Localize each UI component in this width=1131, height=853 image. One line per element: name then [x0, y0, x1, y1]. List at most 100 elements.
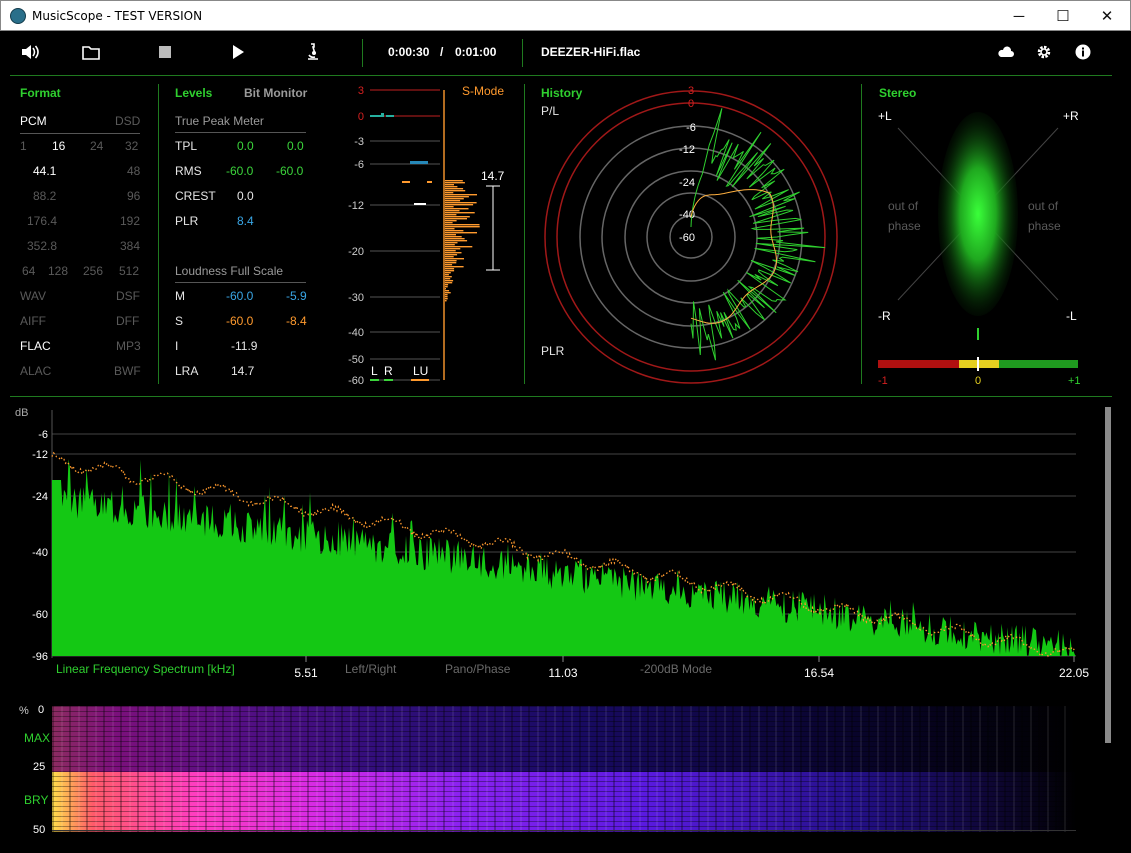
spectrum-fill: [52, 459, 1076, 656]
vertical-scrollbar-thumb[interactable]: [1105, 407, 1111, 743]
lu-hist-bar: [445, 182, 465, 184]
lu-hist-bar: [445, 220, 457, 222]
lu-hist-bar: [445, 298, 448, 300]
container-mp3: MP3: [116, 339, 141, 353]
level-meter: 3 0 -3 -6 -12 -20 -30 -40 -50 -60 S-Mode…: [348, 84, 505, 387]
lu-hist-bar: [445, 224, 480, 226]
balance-indicator: [977, 328, 979, 340]
meter-scale-m50: -50: [348, 354, 364, 366]
close-button[interactable]: ✕: [1084, 1, 1130, 31]
file-name: DEEZER-HiFi.flac: [541, 45, 641, 59]
toolbar-separator: [522, 39, 523, 67]
lu-hist-bar: [445, 288, 446, 290]
rate-192: 192: [120, 214, 141, 228]
mode-200db[interactable]: -200dB Mode: [640, 662, 712, 676]
bit-monitor-tab[interactable]: Bit Monitor: [244, 86, 307, 100]
lu-hist-bar: [445, 216, 470, 218]
levels-heading[interactable]: Levels: [175, 86, 212, 100]
format-dsd: DSD: [115, 114, 141, 128]
lu-hist-bar: [445, 202, 477, 204]
dsd-rate-64: 64: [22, 264, 36, 278]
lu-hist-bar: [445, 242, 458, 244]
s-right-value: -8.4: [286, 314, 307, 328]
stereo-plus-l: +L: [878, 109, 892, 123]
format-heading: Format: [20, 86, 61, 100]
stop-icon[interactable]: [155, 41, 175, 63]
maximize-button[interactable]: ☐: [1040, 1, 1086, 31]
lu-hist-bar: [445, 262, 457, 264]
bitdepth-24: 24: [90, 139, 104, 153]
plr-value: 8.4: [237, 214, 254, 228]
format-pcm: PCM: [20, 114, 47, 128]
time-separator: /: [440, 45, 444, 59]
s-left-value: -60.0: [226, 314, 254, 328]
play-icon[interactable]: [228, 41, 248, 63]
plr-label: PLR: [175, 214, 199, 228]
window-title: MusicScope - TEST VERSION: [32, 9, 203, 23]
meter-peak-left: [370, 115, 382, 117]
volume-icon[interactable]: [18, 41, 42, 63]
cloud-icon[interactable]: [996, 41, 1016, 63]
lu-hist-bar: [445, 208, 469, 210]
container-dff: DFF: [116, 314, 140, 328]
lu-hist-bar: [445, 256, 454, 258]
rate-352-8: 352.8: [27, 239, 58, 253]
oop-right-2: phase: [1028, 219, 1061, 233]
rms-right-value: -60.0: [276, 164, 304, 178]
spec-x-title: Linear Frequency Spectrum [kHz]: [56, 662, 235, 676]
oop-left-2: phase: [888, 219, 921, 233]
lu-hist-bar: [445, 206, 454, 208]
format-divider: [20, 133, 140, 134]
lu-hist-bar: [445, 294, 448, 296]
panel-separator: [861, 84, 862, 384]
stereo-heading: Stereo: [879, 86, 917, 100]
lu-hist-bar: [445, 204, 474, 206]
oop-left-1: out of: [888, 199, 919, 213]
lu-hist-bar: [445, 280, 454, 282]
lu-hist-bar: [445, 282, 453, 284]
stereo-plus-r: +R: [1063, 109, 1079, 123]
lu-hist-bar: [445, 198, 464, 200]
meter-scale-m12: -12: [348, 200, 364, 212]
mode-left-right[interactable]: Left/Right: [345, 662, 397, 676]
info-icon[interactable]: [1073, 41, 1093, 63]
bitdepth-32: 32: [125, 139, 139, 153]
lu-hist-bar: [445, 186, 458, 188]
lu-hist-bar: [445, 274, 449, 276]
rms-left-value: -60.0: [226, 164, 254, 178]
lu-hist-bar: [445, 300, 447, 302]
settings-gear-icon[interactable]: [1034, 41, 1054, 63]
container-aiff: AIFF: [20, 314, 46, 328]
meter-scale-m30: -30: [348, 292, 364, 304]
spectrogram-y-25: 25: [33, 761, 46, 773]
ring-label-m6: -6: [686, 122, 696, 134]
app-logo-icon: [10, 8, 26, 24]
lu-hist-bar: [445, 232, 477, 234]
open-folder-icon[interactable]: [80, 41, 102, 63]
lu-hist-bar: [445, 248, 461, 250]
stereo-minus-l: -L: [1066, 309, 1077, 323]
stereo-minus-r: -R: [878, 309, 891, 323]
mode-pano-phase[interactable]: Pano/Phase: [445, 662, 511, 676]
crest-value: 0.0: [237, 189, 254, 203]
meter-white-marker: [414, 203, 426, 205]
minimize-button[interactable]: ─: [996, 1, 1042, 31]
spec-y-m60: -60: [32, 609, 48, 621]
lu-hist-bar: [445, 212, 475, 214]
spectrogram-max: MAX: [24, 731, 51, 745]
dsd-rate-128: 128: [48, 264, 69, 278]
spec-y-m40: -40: [32, 547, 48, 559]
channel-l: L: [371, 364, 378, 378]
loudness-divider: [175, 282, 306, 283]
lu-hist-bar: [445, 222, 453, 224]
container-bwf: BWF: [114, 364, 141, 378]
loudness-title: Loudness Full Scale: [175, 264, 284, 278]
spec-y-m6: -6: [38, 429, 48, 441]
m-right-value: -5.9: [286, 289, 307, 303]
loudness-histogram: [445, 180, 480, 302]
lu-hist-bar: [445, 270, 455, 272]
lu-hist-bar: [445, 290, 450, 292]
lu-hist-bar: [445, 260, 457, 262]
microscope-icon[interactable]: [302, 41, 324, 63]
meter-scale-m40: -40: [348, 327, 364, 339]
